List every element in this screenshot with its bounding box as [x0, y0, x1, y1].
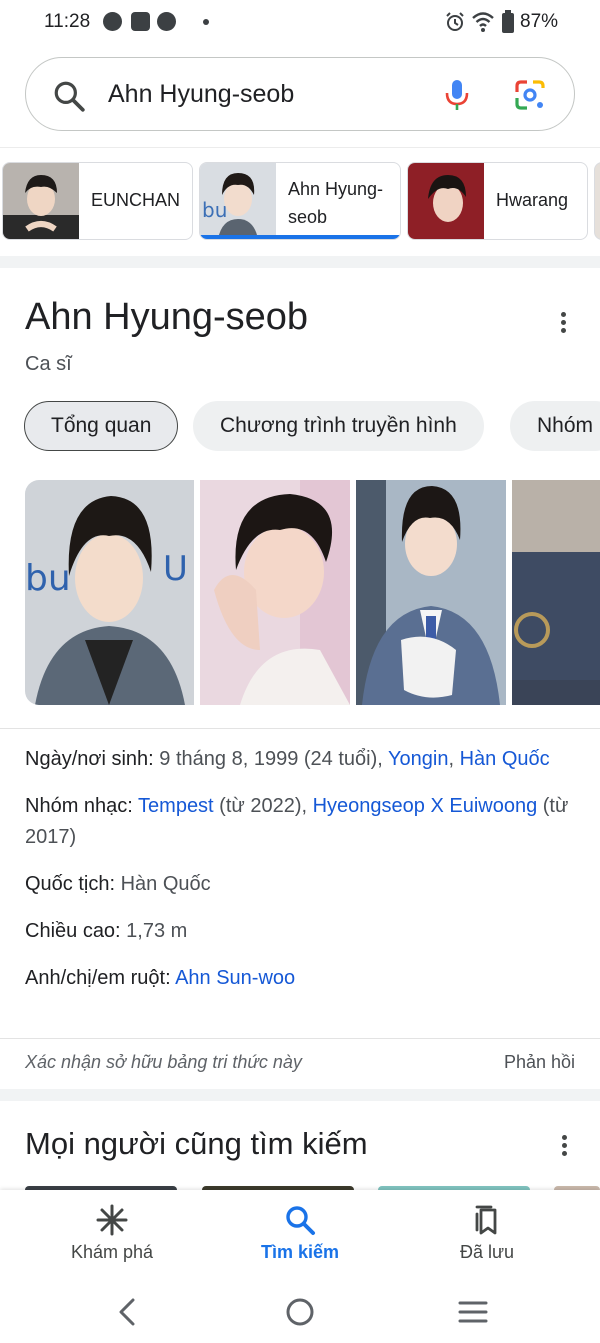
status-bar: 11:28 87% — [0, 0, 600, 44]
svg-text:bu: bu — [25, 558, 71, 599]
entity-thumbnail: bu — [200, 163, 276, 239]
claim-panel-link[interactable]: Xác nhận sở hữu bảng tri thức này — [25, 1052, 302, 1073]
fact-siblings: Anh/chị/em ruột: Ahn Sun-woo — [25, 963, 575, 994]
fact-group: Nhóm nhạc: Tempest (từ 2022), Hyeongseop… — [25, 791, 575, 853]
entity-chip-eunchan[interactable]: EUNCHAN — [2, 162, 193, 240]
nav-saved[interactable]: Đã lưu — [387, 1190, 587, 1282]
alarm-icon — [446, 12, 464, 31]
entity-chip-label: Hwarang — [496, 190, 569, 210]
entity-chip-ahn-hyung-seob[interactable]: bu Ahn Hyung- seob — [199, 162, 401, 240]
entity-chip-partial[interactable] — [594, 162, 600, 240]
google-lens-icon[interactable] — [513, 78, 547, 112]
more-options-icon[interactable] — [562, 1135, 568, 1157]
notification-dot — [203, 19, 209, 25]
entity-chip-label: EUNCHAN — [91, 190, 181, 210]
fact-label: Quốc tịch: — [25, 873, 121, 895]
fact-label: Ngày/nơi sinh: — [25, 748, 160, 770]
discover-icon — [96, 1204, 128, 1236]
home-icon[interactable] — [284, 1296, 316, 1328]
fact-nationality: Quốc tịch: Hàn Quốc — [25, 869, 575, 900]
back-icon[interactable] — [112, 1296, 144, 1328]
section-divider — [0, 256, 600, 268]
entity-subtitle: Ca sĩ — [25, 353, 72, 375]
photo-3[interactable] — [356, 480, 506, 705]
more-options-icon[interactable] — [561, 312, 567, 334]
section-divider — [0, 1089, 600, 1101]
entity-chip-label: Ahn Hyung- seob — [288, 179, 384, 227]
image-carousel[interactable]: bu U — [25, 480, 600, 705]
section-title: Mọi người cũng tìm kiếm — [25, 1126, 368, 1161]
fact-value: 9 tháng 8, 1999 (24 tuổi), — [159, 748, 388, 770]
page-title: Ahn Hyung-seob — [25, 296, 309, 338]
entity-thumbnail — [3, 163, 79, 239]
nav-discover[interactable]: Khám phá — [12, 1190, 212, 1282]
fact-birth: Ngày/nơi sinh: 9 tháng 8, 1999 (24 tuổi)… — [25, 744, 575, 775]
photo-2[interactable] — [200, 480, 350, 705]
photo-1[interactable]: bu U — [25, 480, 194, 705]
wifi-icon — [472, 12, 494, 32]
fact-separator: , — [448, 748, 460, 770]
zalo-icon — [131, 12, 150, 31]
nav-label: Khám phá — [70, 1242, 154, 1262]
fact-label: Chiều cao: — [25, 920, 127, 942]
fact-height: Chiều cao: 1,73 m — [25, 916, 575, 947]
fact-value: Hàn Quốc — [120, 873, 211, 895]
photo-4[interactable] — [512, 480, 600, 705]
search-input[interactable]: Ahn Hyung-seob — [108, 80, 294, 109]
entity-facts: Ngày/nơi sinh: 9 tháng 8, 1999 (24 tuổi)… — [25, 744, 575, 1010]
selected-indicator — [200, 235, 400, 239]
fact-label: Nhóm nhạc: — [25, 795, 139, 817]
entity-tabs: Tổng quan Chương trình truyền hình Nhóm — [0, 401, 600, 451]
fact-label: Anh/chị/em ruột: — [25, 967, 176, 989]
search-icon — [286, 1206, 315, 1235]
fact-value: 1,73 m — [126, 920, 188, 942]
entity-chips: EUNCHAN bu Ahn Hyung- seob Hwarang — [0, 162, 600, 240]
system-navigation-bar — [0, 1282, 600, 1343]
group-link-tempest[interactable]: Tempest — [138, 795, 214, 817]
feedback-link[interactable]: Phản hồi — [504, 1052, 575, 1073]
battery-percent: 87% — [520, 11, 559, 32]
compass-app-icon — [157, 12, 176, 31]
divider — [0, 728, 600, 729]
divider — [0, 147, 600, 148]
nav-label: Đã lưu — [459, 1242, 515, 1262]
tab-groups[interactable]: Nhóm — [510, 401, 600, 451]
search-icon[interactable] — [52, 79, 86, 113]
svg-text:bu: bu — [202, 198, 227, 222]
birthplace-link[interactable]: Yongin — [388, 748, 448, 770]
entity-thumbnail — [408, 163, 484, 239]
tab-overview[interactable]: Tổng quan — [24, 401, 179, 451]
messenger-icon — [103, 12, 122, 31]
nav-label: Tìm kiếm — [260, 1242, 340, 1262]
recents-icon[interactable] — [457, 1296, 489, 1328]
bottom-navigation: Khám phá Tìm kiếm Đã lưu — [0, 1190, 600, 1282]
country-link[interactable]: Hàn Quốc — [460, 748, 550, 770]
saved-icon — [475, 1205, 497, 1235]
search-bar[interactable]: Ahn Hyung-seob — [25, 57, 575, 131]
nav-search[interactable]: Tìm kiếm — [200, 1190, 400, 1282]
status-time: 11:28 — [44, 11, 91, 32]
sibling-link[interactable]: Ahn Sun-woo — [175, 967, 295, 989]
mic-icon[interactable] — [440, 78, 474, 112]
divider — [0, 1038, 600, 1039]
group-link-hyeongseop-x-euiwoong[interactable]: Hyeongseop X Euiwoong — [313, 795, 538, 817]
tab-tv-shows[interactable]: Chương trình truyền hình — [193, 401, 484, 451]
entity-chip-hwarang[interactable]: Hwarang — [407, 162, 588, 240]
svg-text:U: U — [163, 549, 188, 589]
battery-icon — [502, 10, 514, 33]
fact-value: (từ 2022), — [213, 795, 313, 817]
